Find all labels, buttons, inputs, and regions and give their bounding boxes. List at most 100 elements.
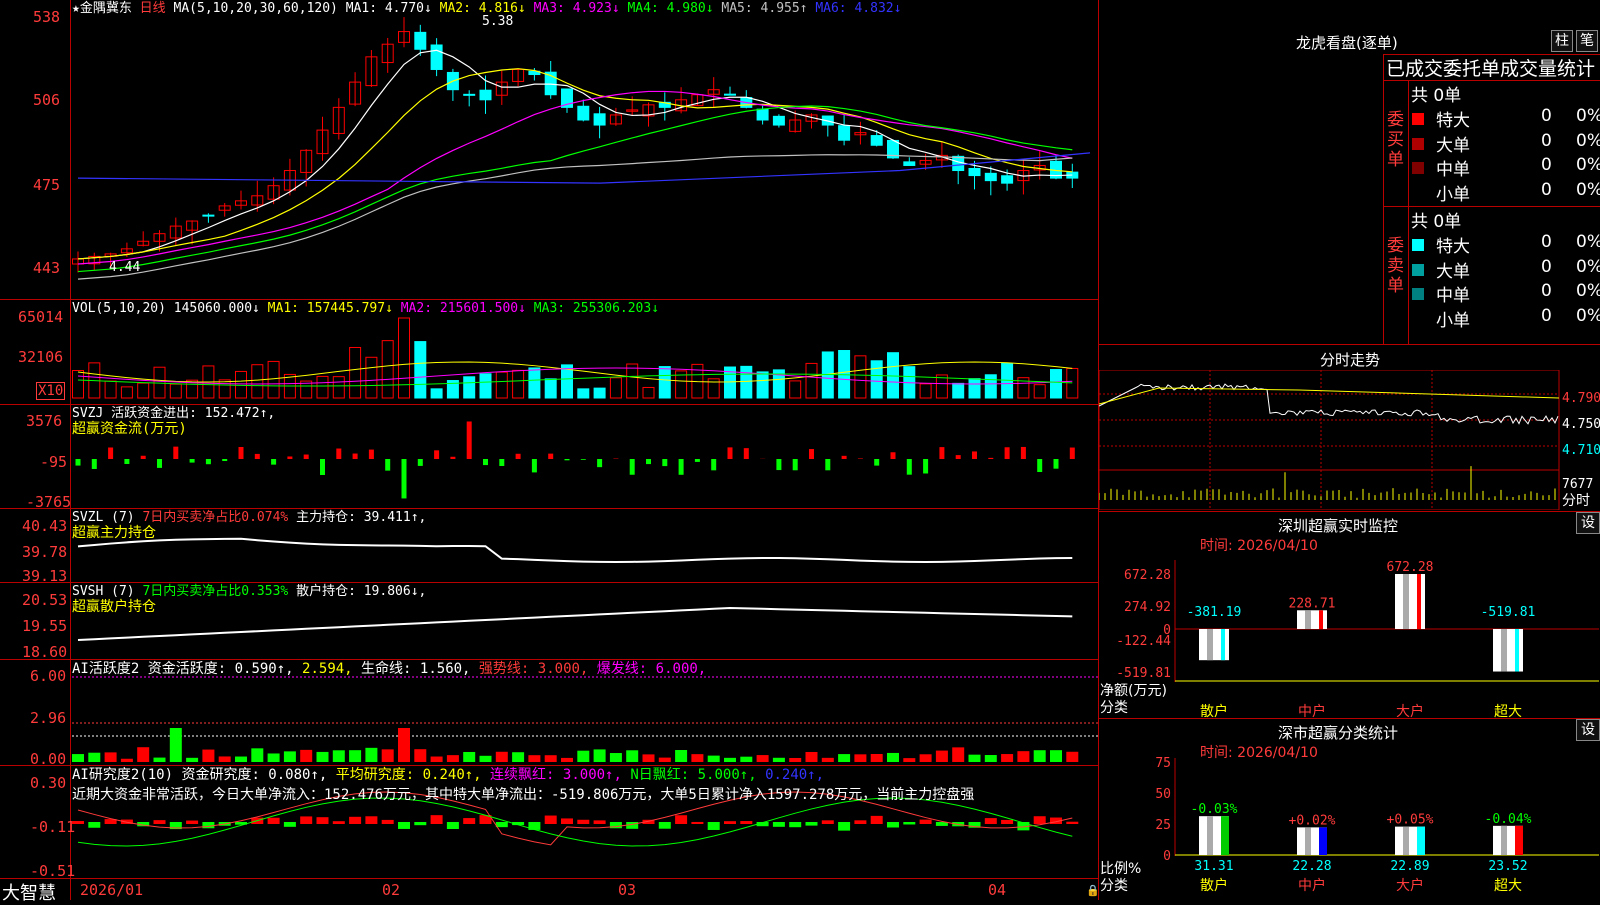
order-color-swatch <box>1412 138 1424 150</box>
volume-bar <box>350 347 361 398</box>
y-tick-price: 475 <box>33 176 60 194</box>
ai-active-v3: 生命线: 1.560, <box>361 661 470 677</box>
sz-monitor-y-tick: 274.92 <box>1124 600 1171 615</box>
order-count: 0 <box>1541 281 1552 301</box>
fund-flow-bar <box>320 459 325 475</box>
sz-monitor-settings-button[interactable]: 设 <box>1576 512 1600 534</box>
order-count: 0 <box>1541 306 1552 326</box>
volume-bar <box>170 384 181 398</box>
activity-bar <box>561 758 573 762</box>
svzj-legend: SVZJ 活跃资金进出: 152.472↑, <box>72 406 275 422</box>
volume-bar <box>545 379 556 398</box>
sz-class-chart: 7550250-0.03%31.31散户+0.02%22.28中户+0.05%2… <box>1099 748 1600 900</box>
ma-line <box>78 153 1090 183</box>
fund-flow-bar <box>662 459 667 466</box>
sz-monitor-bar-accent <box>1417 574 1421 629</box>
sz-class-y-tick: 75 <box>1155 756 1171 771</box>
activity-bar <box>512 752 524 762</box>
star-icon[interactable]: ★ <box>72 1 80 16</box>
order-name: 大单 <box>1436 131 1470 156</box>
order-name: 中单 <box>1436 155 1470 180</box>
stock-chart-canvas[interactable] <box>0 0 1098 900</box>
sz-monitor-bar-accent <box>1515 629 1519 672</box>
sz-class-value-label: 31.31 <box>1194 859 1233 874</box>
sz-class-bar-accent <box>1319 827 1327 855</box>
y-tick-svzj: 3576 <box>26 412 62 430</box>
activity-bar <box>349 750 361 762</box>
volume-bar <box>1051 370 1062 398</box>
sz-monitor-bar-shade <box>1207 629 1213 660</box>
ai-active-v2: 2.594, <box>302 661 353 677</box>
ma-values: MA1: 4.770↓ MA2: 4.816↓ MA3: 4.923↓ MA4:… <box>346 1 902 16</box>
activity-bar <box>740 757 752 762</box>
bar-mode-button[interactable]: 柱 <box>1551 30 1573 52</box>
sz-class-value-label: 22.28 <box>1292 859 1331 874</box>
volume-bar <box>610 378 621 398</box>
fund-flow-bar <box>646 459 651 464</box>
tick-mode-button[interactable]: 笔 <box>1576 30 1598 52</box>
research-bar <box>740 821 752 824</box>
activity-bar <box>121 759 133 762</box>
sz-class-change-label: +0.02% <box>1289 813 1336 828</box>
svzl-pct: 7日内买卖净占比0.074% <box>142 510 288 525</box>
volume-ma2: MA2: 215601.500↓ <box>401 301 526 316</box>
fund-flow-bar <box>1005 447 1010 459</box>
y-tick-svzl: 39.78 <box>22 543 67 561</box>
sz-class-settings-button[interactable]: 设 <box>1576 719 1600 741</box>
research-bar <box>300 816 312 824</box>
volume-bar <box>806 363 817 398</box>
volume-bar <box>953 383 964 398</box>
volume-bar <box>643 387 654 398</box>
ai-research-v1: 资金研究度: 0.080↑, <box>181 767 327 783</box>
activity-bar <box>838 754 850 762</box>
activity-bar <box>496 752 508 762</box>
volume-bar <box>399 318 410 398</box>
sz-class-category: 散户 <box>1200 877 1228 894</box>
volume-legend: VOL(5,10,20) 145060.000↓ MA1: 157445.797… <box>72 301 659 317</box>
chart-period[interactable]: 日线 <box>140 1 166 16</box>
order-name: 小单 <box>1436 306 1470 331</box>
activity-bar <box>806 752 818 762</box>
sz-class-x-label: 分类 <box>1100 875 1128 895</box>
sz-class-bar-shade <box>1403 827 1409 855</box>
candle-body <box>480 90 491 100</box>
research-bar <box>268 818 280 824</box>
y-tick-ai-research: 0.30 <box>30 774 66 792</box>
svzl-subtitle: 超赢主力持仓 <box>72 525 156 541</box>
candle-body <box>203 215 214 216</box>
ma-line <box>78 155 1072 279</box>
order-pct: 0% <box>1576 180 1600 200</box>
research-bar <box>414 822 426 825</box>
sz-monitor-chart: 672.28274.920-122.44-519.81-381.19散户228.… <box>1099 540 1600 720</box>
volume-bar <box>480 374 491 398</box>
ai-active-v4: 强势线: 3.000, <box>479 661 588 677</box>
volume-bar <box>366 357 377 398</box>
ma-value-4: MA4: 4.980↓ <box>627 1 721 16</box>
fund-flow-bar <box>809 449 814 459</box>
activity-bar <box>251 748 263 762</box>
research-bar <box>317 817 329 824</box>
candle-body <box>725 94 736 95</box>
svzj-subtitle: 超赢资金流(万元) <box>72 421 187 437</box>
fund-flow-bar <box>255 454 260 459</box>
fund-flow-bar <box>695 459 700 462</box>
research-bar <box>1066 822 1078 824</box>
svzj-title: SVZJ <box>72 406 103 421</box>
sz-class-bar-shade <box>1501 826 1507 855</box>
activity-bar <box>724 758 736 762</box>
research-bar <box>903 822 915 824</box>
intraday-chart[interactable] <box>1099 370 1600 510</box>
fund-flow-bar <box>1054 459 1059 469</box>
lock-icon[interactable]: 🔒 <box>1086 884 1100 897</box>
volume-ma1: MA1: 157445.797↓ <box>268 301 393 316</box>
sz-class-value-label: 22.89 <box>1390 859 1429 874</box>
activity-bar <box>789 758 801 762</box>
order-count: 0 <box>1541 257 1552 277</box>
volume-unit-badge[interactable]: X10 <box>36 382 65 400</box>
volume-bar <box>105 381 116 398</box>
volume-value: 145060.000↓ <box>174 301 260 316</box>
activity-bar <box>300 750 312 762</box>
ma-params: MA(5,10,20,30,60,120) <box>174 1 338 16</box>
ai-active-title: AI活跃度2 <box>72 661 139 677</box>
sell-total: 共 0单 <box>1411 207 1461 232</box>
